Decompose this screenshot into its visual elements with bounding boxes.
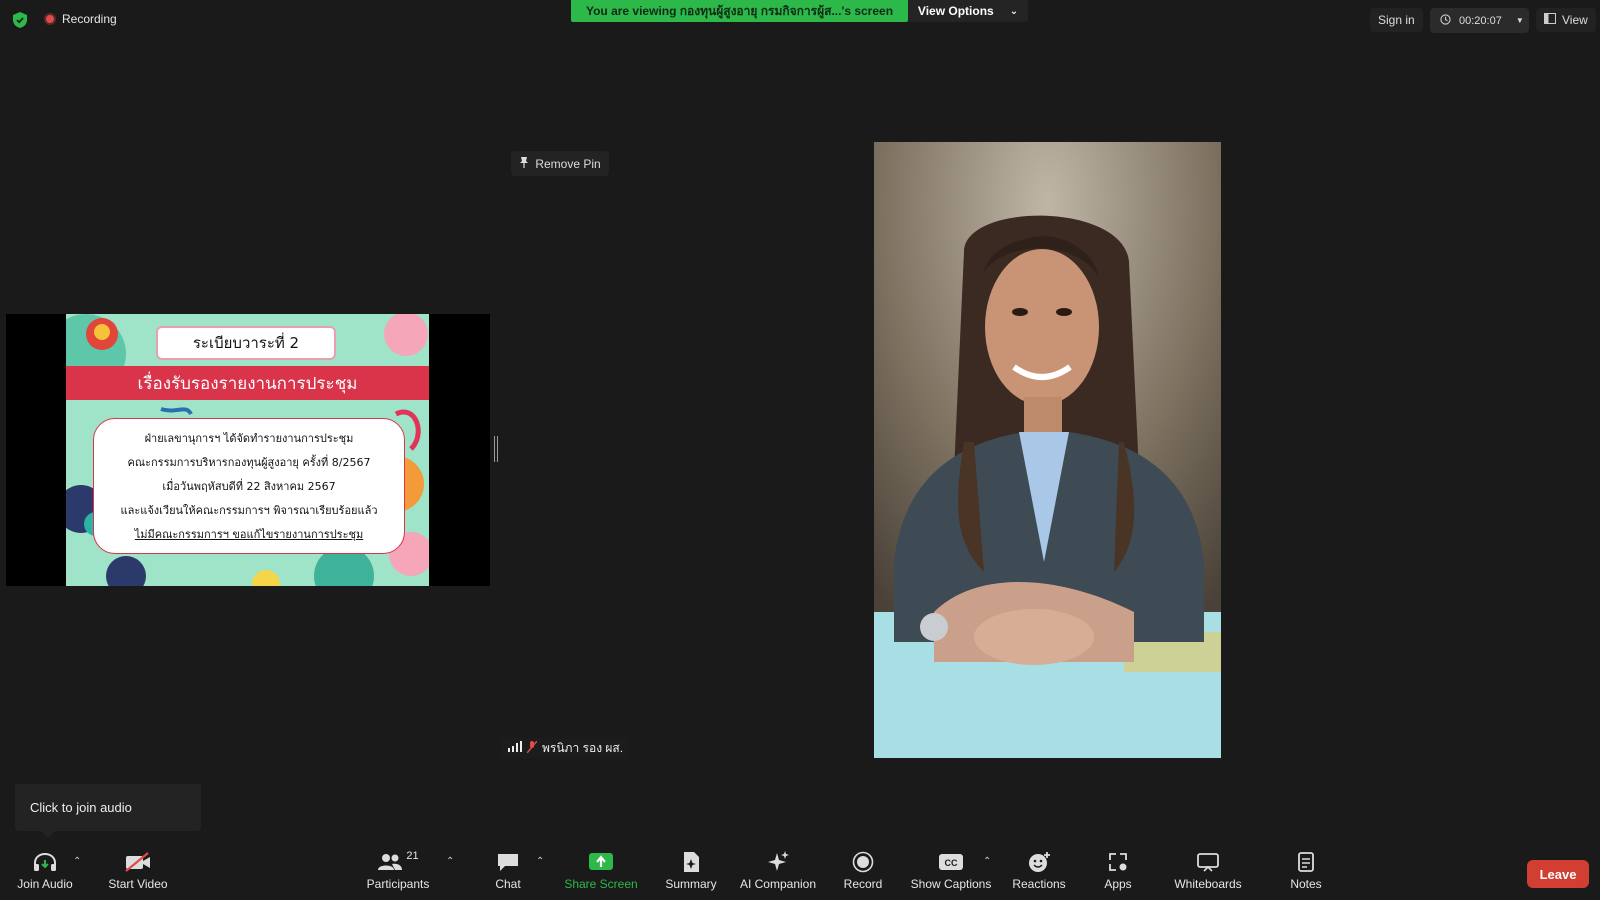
participants-button[interactable]: 21 Participants [365, 848, 431, 891]
share-screen-icon [588, 848, 614, 876]
participant-video-frame [874, 142, 1221, 758]
headphones-icon [32, 848, 58, 876]
meeting-toolbar: Join Audio ⌃ Start Video 21 Participants… [0, 848, 1600, 900]
ai-companion-label: AI Companion [739, 877, 817, 891]
slide-heading-band: เรื่องรับรองรายงานการประชุม [66, 366, 429, 400]
slide-agenda: ระเบียบวาระที่ 2 [192, 334, 300, 352]
ai-companion-button[interactable]: AI Companion [738, 848, 818, 891]
reactions-smiley-icon [1027, 848, 1051, 876]
signal-strength-icon [508, 741, 522, 755]
sparkle-icon [766, 848, 790, 876]
notes-button[interactable]: Notes [1288, 848, 1324, 891]
chat-button[interactable]: Chat [490, 848, 526, 891]
view-layout-icon [1544, 13, 1556, 27]
show-captions-button[interactable]: CC Show Captions [911, 848, 991, 891]
reactions-label: Reactions [1012, 877, 1066, 891]
whiteboards-button[interactable]: Whiteboards [1172, 848, 1244, 891]
caret-down-icon: ▼ [1515, 16, 1524, 25]
presentation-slide: ระเบียบวาระที่ 2 เรื่องรับรองรายงานการปร… [66, 314, 429, 586]
start-video-label: Start Video [108, 877, 168, 891]
slide-line-2: คณะกรรมการบริหารกองทุนผู้สูงอายุ ครั้งที… [127, 456, 371, 469]
svg-text:CC: CC [945, 858, 958, 868]
captions-options-caret-icon[interactable]: ⌃ [983, 856, 991, 867]
slide-line-4: และแจ้งเวียนให้คณะกรรมการฯ พิจารณาเรียบร… [120, 504, 378, 517]
notes-label: Notes [1290, 877, 1322, 891]
slide-heading: เรื่องรับรองรายงานการประชุม [137, 373, 358, 394]
participants-options-caret-icon[interactable]: ⌃ [446, 856, 454, 867]
remove-pin-label: Remove Pin [535, 156, 601, 171]
chat-options-caret-icon[interactable]: ⌃ [536, 856, 544, 867]
participant-name-tag: พรนิภา รอง ผส. [502, 738, 630, 758]
audio-options-caret-icon[interactable]: ⌃ [73, 856, 81, 867]
slide-body-card: ฝ่ายเลขานุการฯ ได้จัดทำรายงานการประชุม ค… [93, 418, 405, 554]
slide-line-5: ไม่มีคณะกรรมการฯ ขอแก้ไขรายงานการประชุม [134, 528, 364, 541]
clock-icon [1440, 13, 1451, 28]
join-audio-tooltip: Click to join audio [15, 784, 201, 838]
join-audio-label: Join Audio [17, 877, 73, 891]
zoom-meeting-window: Recording You are viewing กองทุนผู้สูงอา… [0, 0, 1600, 900]
notes-icon [1296, 848, 1316, 876]
slide-line-3: เมื่อวันพฤหัสบดีที่ 22 สิงหาคม 2567 [162, 480, 336, 493]
meeting-timer[interactable]: 00:20:07 ▼ [1430, 8, 1529, 33]
view-label: View [1562, 13, 1588, 27]
remove-pin-button[interactable]: Remove Pin [511, 151, 609, 176]
whiteboard-icon [1196, 848, 1220, 876]
security-shield-icon[interactable] [12, 11, 28, 29]
chat-icon [496, 848, 520, 876]
sign-in-button[interactable]: Sign in [1370, 8, 1423, 32]
apps-label: Apps [1104, 877, 1132, 891]
share-screen-label: Share Screen [564, 877, 638, 891]
chat-label: Chat [495, 877, 521, 891]
participants-count: 21 [406, 850, 419, 862]
slide-agenda-box: ระเบียบวาระที่ 2 [156, 326, 336, 360]
recording-label: Recording [62, 12, 117, 26]
participant-video[interactable] [874, 142, 1221, 758]
whiteboards-label: Whiteboards [1174, 877, 1242, 891]
viewing-banner: You are viewing กองทุนผู้สูงอายุ กรมกิจก… [571, 0, 908, 22]
record-dot-icon [44, 13, 56, 25]
reactions-button[interactable]: Reactions [1011, 848, 1067, 891]
share-screen-button[interactable]: Share Screen [564, 848, 638, 891]
apps-button[interactable]: Apps [1102, 848, 1134, 891]
view-options-button[interactable]: View Options ⌄ [908, 0, 1028, 22]
shared-screen[interactable]: ระเบียบวาระที่ 2 เรื่องรับรองรายงานการปร… [6, 314, 490, 586]
participant-name: พรนิภา รอง ผส. [542, 740, 624, 755]
mic-muted-icon [526, 740, 538, 756]
participants-label: Participants [366, 877, 430, 891]
leave-button[interactable]: Leave [1527, 860, 1589, 888]
panel-resize-handle[interactable] [494, 436, 498, 462]
recording-indicator[interactable]: Recording [44, 12, 117, 26]
apps-icon [1107, 848, 1129, 876]
start-video-button[interactable]: Start Video [108, 848, 168, 891]
summary-button[interactable]: Summary [664, 848, 718, 891]
video-off-icon [124, 848, 152, 876]
show-captions-label: Show Captions [910, 877, 992, 891]
pin-icon [519, 156, 529, 171]
chevron-down-icon: ⌄ [1009, 5, 1019, 17]
record-label: Record [843, 877, 883, 891]
summary-icon [681, 848, 701, 876]
slide-line-1: ฝ่ายเลขานุการฯ ได้จัดทำรายงานการประชุม [144, 432, 354, 445]
record-icon [852, 848, 874, 876]
view-options-label: View Options [917, 4, 994, 18]
participants-icon: 21 [377, 848, 419, 876]
summary-label: Summary [665, 877, 717, 891]
join-audio-button[interactable]: Join Audio [17, 848, 73, 891]
view-button[interactable]: View [1536, 8, 1596, 32]
record-button[interactable]: Record [842, 848, 884, 891]
captions-cc-icon: CC [938, 848, 964, 876]
timer-value: 00:20:07 [1459, 14, 1502, 27]
